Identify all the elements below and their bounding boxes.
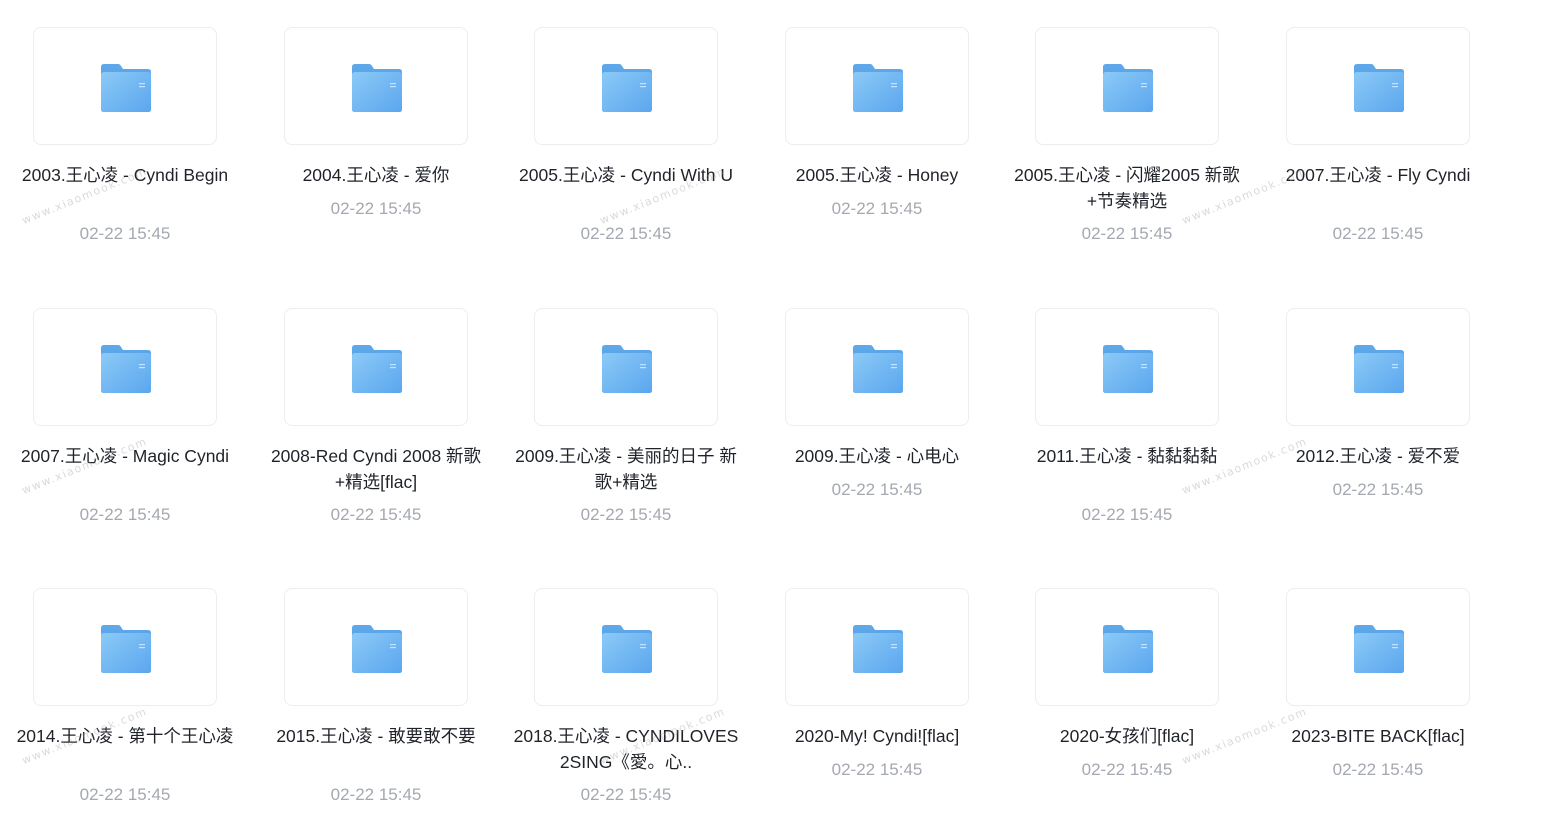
folder-thumbnail[interactable] <box>534 27 718 145</box>
folder-icon <box>1354 625 1404 673</box>
folder-icon <box>1103 64 1153 112</box>
folder-thumbnail[interactable] <box>785 308 969 426</box>
folder-thumbnail[interactable] <box>785 588 969 706</box>
folder-name[interactable]: 2012.王心凌 - 爱不爱 <box>1261 443 1495 469</box>
folder-icon <box>101 345 151 393</box>
folder-thumbnail[interactable] <box>1035 588 1219 706</box>
folder-item[interactable]: 2005.王心凌 - Cyndi With U 02-22 15:45 <box>501 0 751 270</box>
folder-date: 02-22 15:45 <box>1081 224 1173 243</box>
folder-item[interactable]: 2020-My! Cyndi![flac] 02-22 15:45 <box>752 561 1002 831</box>
folder-date: 02-22 15:45 <box>1081 760 1173 779</box>
folder-thumbnail[interactable] <box>1286 588 1470 706</box>
folder-icon <box>352 64 402 112</box>
folder-name[interactable]: 2023-BITE BACK[flac] <box>1261 723 1495 749</box>
folder-item[interactable]: 2020-女孩们[flac] 02-22 15:45 <box>1002 561 1252 831</box>
folder-date: 02-22 15:45 <box>831 480 923 499</box>
folder-date: 02-22 15:45 <box>79 785 171 804</box>
folder-date: 02-22 15:45 <box>79 224 171 243</box>
folder-icon <box>1354 345 1404 393</box>
folder-date: 02-22 15:45 <box>831 760 923 779</box>
folder-date: 02-22 15:45 <box>79 505 171 524</box>
folder-name[interactable]: 2005.王心凌 - Honey <box>760 162 994 188</box>
folder-date: 02-22 15:45 <box>831 199 923 218</box>
folder-thumbnail[interactable] <box>1286 308 1470 426</box>
folder-icon <box>1354 64 1404 112</box>
folder-icon <box>853 64 903 112</box>
folder-item[interactable]: 2007.王心凌 - Fly Cyndi 02-22 15:45 <box>1253 0 1503 270</box>
folder-thumbnail[interactable] <box>1035 308 1219 426</box>
folder-item[interactable]: 2005.王心凌 - Honey 02-22 15:45 <box>752 0 1002 270</box>
folder-name[interactable]: 2020-My! Cyndi![flac] <box>760 723 994 749</box>
folder-name[interactable]: 2015.王心凌 - 敢要敢不要 <box>259 723 493 749</box>
folder-thumbnail[interactable] <box>33 308 217 426</box>
folder-item[interactable]: 2004.王心凌 - 爱你 02-22 15:45 <box>251 0 501 270</box>
folder-name[interactable]: 2007.王心凌 - Fly Cyndi <box>1261 162 1495 188</box>
folder-thumbnail[interactable] <box>1035 27 1219 145</box>
folder-name[interactable]: 2007.王心凌 - Magic Cyndi <box>8 443 242 469</box>
folder-date: 02-22 15:45 <box>580 505 672 524</box>
folder-thumbnail[interactable] <box>284 27 468 145</box>
folder-date: 02-22 15:45 <box>1081 505 1173 524</box>
folder-name[interactable]: 2003.王心凌 - Cyndi Begin <box>8 162 242 188</box>
folder-date: 02-22 15:45 <box>1332 480 1424 499</box>
folder-icon <box>853 345 903 393</box>
folder-icon <box>602 64 652 112</box>
folder-date: 02-22 15:45 <box>330 505 422 524</box>
folder-item[interactable]: 2005.王心凌 - 闪耀2005 新歌+节奏精选 02-22 15:45 <box>1002 0 1252 270</box>
folder-item[interactable]: 2023-BITE BACK[flac] 02-22 15:45 <box>1253 561 1503 831</box>
folder-date: 02-22 15:45 <box>330 199 422 218</box>
folder-item[interactable]: 2003.王心凌 - Cyndi Begin 02-22 15:45 <box>0 0 250 270</box>
folder-name[interactable]: 2008-Red Cyndi 2008 新歌+精选[flac] <box>259 443 493 495</box>
folder-icon <box>1103 345 1153 393</box>
folder-item[interactable]: 2018.王心凌 - CYNDILOVES2SING《愛。心.. 02-22 1… <box>501 561 751 831</box>
folder-item[interactable]: 2009.王心凌 - 美丽的日子 新歌+精选 02-22 15:45 <box>501 281 751 551</box>
folder-thumbnail[interactable] <box>1286 27 1470 145</box>
folder-thumbnail[interactable] <box>534 308 718 426</box>
folder-name[interactable]: 2014.王心凌 - 第十个王心凌 <box>8 723 242 749</box>
folder-name[interactable]: 2020-女孩们[flac] <box>1010 723 1244 749</box>
folder-name[interactable]: 2018.王心凌 - CYNDILOVES2SING《愛。心.. <box>509 723 743 775</box>
folder-icon <box>101 64 151 112</box>
folder-name[interactable]: 2004.王心凌 - 爱你 <box>259 162 493 188</box>
folder-grid: 2003.王心凌 - Cyndi Begin 02-22 15:45 2004.… <box>0 0 1554 831</box>
folder-thumbnail[interactable] <box>33 588 217 706</box>
folder-icon <box>1103 625 1153 673</box>
folder-date: 02-22 15:45 <box>330 785 422 804</box>
folder-icon <box>602 625 652 673</box>
folder-icon <box>853 625 903 673</box>
folder-name[interactable]: 2009.王心凌 - 美丽的日子 新歌+精选 <box>509 443 743 495</box>
folder-thumbnail[interactable] <box>33 27 217 145</box>
folder-item[interactable]: 2015.王心凌 - 敢要敢不要 02-22 15:45 <box>251 561 501 831</box>
folder-thumbnail[interactable] <box>534 588 718 706</box>
folder-thumbnail[interactable] <box>284 308 468 426</box>
folder-date: 02-22 15:45 <box>1332 760 1424 779</box>
folder-item[interactable]: 2011.王心凌 - 黏黏黏黏 02-22 15:45 <box>1002 281 1252 551</box>
folder-item[interactable]: 2014.王心凌 - 第十个王心凌 02-22 15:45 <box>0 561 250 831</box>
folder-item[interactable]: 2009.王心凌 - 心电心 02-22 15:45 <box>752 281 1002 551</box>
folder-date: 02-22 15:45 <box>1332 224 1424 243</box>
folder-icon <box>602 345 652 393</box>
folder-name[interactable]: 2011.王心凌 - 黏黏黏黏 <box>1010 443 1244 469</box>
folder-name[interactable]: 2005.王心凌 - Cyndi With U <box>509 162 743 188</box>
folder-name[interactable]: 2005.王心凌 - 闪耀2005 新歌+节奏精选 <box>1010 162 1244 214</box>
folder-thumbnail[interactable] <box>284 588 468 706</box>
folder-date: 02-22 15:45 <box>580 224 672 243</box>
folder-item[interactable]: 2007.王心凌 - Magic Cyndi 02-22 15:45 <box>0 281 250 551</box>
folder-item[interactable]: 2012.王心凌 - 爱不爱 02-22 15:45 <box>1253 281 1503 551</box>
folder-name[interactable]: 2009.王心凌 - 心电心 <box>760 443 994 469</box>
folder-icon <box>101 625 151 673</box>
folder-thumbnail[interactable] <box>785 27 969 145</box>
folder-icon <box>352 625 402 673</box>
folder-date: 02-22 15:45 <box>580 785 672 804</box>
folder-item[interactable]: 2008-Red Cyndi 2008 新歌+精选[flac] 02-22 15… <box>251 281 501 551</box>
folder-icon <box>352 345 402 393</box>
